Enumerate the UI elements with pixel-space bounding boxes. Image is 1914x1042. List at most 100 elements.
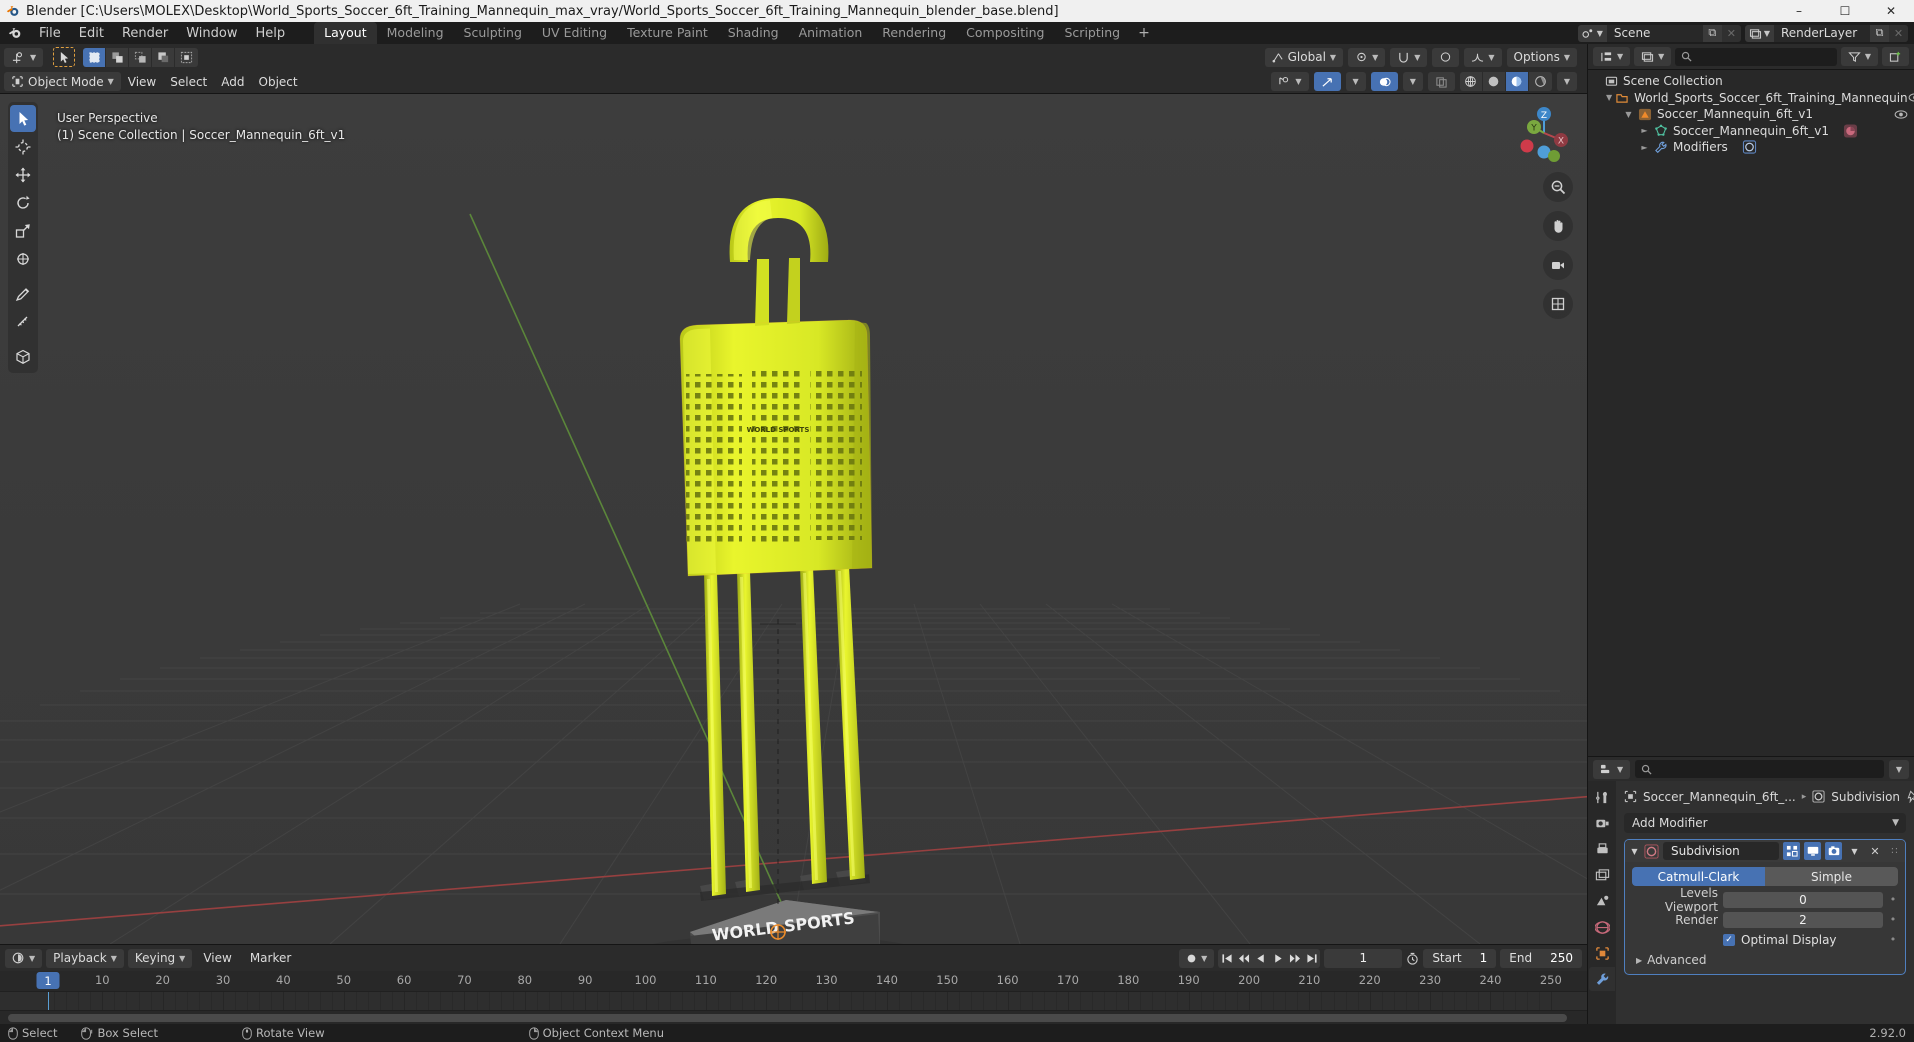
- blender-menu-icon[interactable]: [8, 26, 22, 40]
- wireframe-shading-icon[interactable]: [1459, 72, 1483, 91]
- modifier-panel-subdivision[interactable]: ▼ Subdivision ▼ ✕ ∷ Catmull-Clark Simple…: [1624, 839, 1906, 975]
- properties-body[interactable]: Soccer_Mannequin_6ft_... ▸ Subdivision A…: [1616, 781, 1914, 1024]
- viewlayer-name[interactable]: RenderLayer: [1774, 24, 1870, 42]
- expand-triangle[interactable]: ▼: [1606, 93, 1612, 102]
- unlink-scene-button[interactable]: ✕: [1721, 24, 1741, 42]
- outliner-search-input[interactable]: [1675, 47, 1837, 66]
- scale-tool-icon[interactable]: [10, 217, 36, 244]
- rendered-shading-icon[interactable]: [1528, 72, 1552, 91]
- frame-range-icon[interactable]: [1406, 952, 1419, 965]
- next-keyframe-icon[interactable]: [1286, 949, 1303, 968]
- view-axis-gizmo[interactable]: Z X Y: [1513, 102, 1575, 164]
- new-scene-button[interactable]: ⧉: [1702, 24, 1722, 42]
- hide-in-viewport-icon[interactable]: [1894, 109, 1908, 120]
- viewlayer-browse-icon[interactable]: ▼: [1744, 24, 1774, 42]
- catmull-clark-button[interactable]: Catmull-Clark: [1632, 867, 1765, 886]
- outliner-editor-type-icon[interactable]: ▼: [1593, 47, 1631, 66]
- cursor-tool-icon[interactable]: [10, 133, 36, 160]
- expand-triangle[interactable]: ►: [1638, 126, 1651, 135]
- properties-tab-strip[interactable]: [1588, 781, 1616, 1024]
- outliner-display-mode-selector[interactable]: ▼: [1634, 47, 1672, 66]
- tab-tool-icon[interactable]: [1589, 785, 1615, 809]
- tweak-select-tool-icon[interactable]: [10, 105, 36, 132]
- advanced-subpanel[interactable]: ▶ Advanced: [1632, 953, 1898, 967]
- outliner-row-object-soccer-mannequin[interactable]: ▼ Soccer_Mannequin_6ft_v1: [1588, 106, 1914, 123]
- delete-modifier-button[interactable]: ✕: [1867, 845, 1883, 858]
- play-reverse-icon[interactable]: [1252, 949, 1269, 968]
- outliner-row-mesh-data[interactable]: ► Soccer_Mannequin_6ft_v1: [1588, 123, 1914, 140]
- measure-tool-icon[interactable]: [10, 308, 36, 335]
- close-button[interactable]: ✕: [1868, 0, 1914, 22]
- end-frame-fields[interactable]: End 250: [1500, 948, 1582, 968]
- tab-object-icon[interactable]: [1589, 941, 1615, 965]
- move-tool-icon[interactable]: [10, 161, 36, 188]
- breadcrumb-object-name[interactable]: Soccer_Mannequin_6ft_...: [1643, 790, 1796, 804]
- menu-edit[interactable]: Edit: [70, 24, 113, 43]
- properties-options-dropdown[interactable]: ▼: [1888, 759, 1909, 779]
- gizmo-toggle[interactable]: [1313, 72, 1341, 91]
- tab-layout[interactable]: Layout: [314, 22, 377, 44]
- gizmo-options-dropdown[interactable]: ▼: [1345, 72, 1366, 91]
- outliner-row-modifiers[interactable]: ► Modifiers: [1588, 139, 1914, 156]
- tab-world-icon[interactable]: [1589, 915, 1615, 939]
- tab-shading[interactable]: Shading: [718, 22, 789, 44]
- tab-rendering[interactable]: Rendering: [872, 22, 956, 44]
- simple-button[interactable]: Simple: [1765, 867, 1898, 886]
- outliner-row-scene-collection[interactable]: Scene Collection: [1588, 73, 1914, 90]
- jump-to-start-icon[interactable]: [1218, 949, 1235, 968]
- outliner-filter-icon[interactable]: ▼: [1840, 47, 1878, 66]
- timeline-ruler[interactable]: 10 20 30 40 50 60 70 80 90 100 110 120 130 140 150 160 1…: [0, 971, 1587, 991]
- scene-selector[interactable]: ▼ Scene ⧉ ✕: [1577, 24, 1741, 42]
- camera-view-icon[interactable]: [1543, 250, 1573, 280]
- menu-file[interactable]: File: [30, 24, 70, 43]
- viewport-3d[interactable]: ▼ Global ▼ ▼ ▼ ▼ Options ▼ Object Mode ▼…: [0, 44, 1587, 944]
- outliner-tree[interactable]: Scene Collection ▼ World_Sports_Soccer_6…: [1588, 70, 1914, 156]
- select-invert-icon[interactable]: [152, 47, 176, 67]
- expand-triangle[interactable]: ►: [1638, 143, 1651, 152]
- transform-tool-icon[interactable]: [10, 245, 36, 272]
- visibility-selector[interactable]: ▼: [1271, 72, 1309, 91]
- playback-buttons[interactable]: [1218, 948, 1321, 968]
- pin-id-icon[interactable]: [1906, 790, 1914, 803]
- realtime-display-toggle[interactable]: [1804, 842, 1821, 860]
- outliner-editor[interactable]: ▼ ▼ ▼ Scene Collection ▼ World_Sports_So…: [1587, 44, 1914, 756]
- viewlayer-selector[interactable]: ▼ RenderLayer ⧉ ✕: [1744, 24, 1908, 42]
- scene-name[interactable]: Scene: [1606, 24, 1703, 42]
- viewport-menu-object[interactable]: Object: [252, 72, 305, 91]
- animate-property-dot[interactable]: •: [1888, 913, 1898, 926]
- modifier-extras-dropdown[interactable]: ▼: [1846, 842, 1863, 860]
- timeline-editor[interactable]: ▼ Playback ▼ Keying ▼ View Marker ▼ 1 St…: [0, 944, 1587, 1024]
- active-tool-icon[interactable]: ▼: [4, 47, 44, 67]
- end-frame-value[interactable]: 250: [1541, 949, 1582, 968]
- tab-animation[interactable]: Animation: [789, 22, 873, 44]
- tab-scene-icon[interactable]: [1589, 889, 1615, 913]
- tab-render-icon[interactable]: [1589, 811, 1615, 835]
- playhead-line[interactable]: [48, 992, 49, 1010]
- xray-toggle[interactable]: [1427, 72, 1455, 91]
- new-viewlayer-button[interactable]: ⧉: [1870, 24, 1889, 42]
- edit-mode-display-toggle[interactable]: [1783, 842, 1800, 860]
- expand-triangle[interactable]: ▶: [1636, 956, 1642, 965]
- properties-editor-type-icon[interactable]: ▼: [1593, 759, 1631, 779]
- timeline-track[interactable]: [0, 991, 1587, 1011]
- levels-viewport-field[interactable]: 0: [1723, 891, 1883, 908]
- overlays-toggle[interactable]: [1370, 72, 1398, 91]
- hide-in-viewport-icon[interactable]: [1908, 92, 1914, 103]
- scene-browse-icon[interactable]: ▼: [1577, 24, 1607, 42]
- tab-scripting[interactable]: Scripting: [1055, 22, 1131, 44]
- add-cube-tool-icon[interactable]: [10, 343, 36, 370]
- interaction-mode-selector[interactable]: Object Mode ▼: [4, 72, 121, 91]
- tab-texture-paint[interactable]: Texture Paint: [617, 22, 718, 44]
- keying-menu[interactable]: Keying ▼: [127, 948, 193, 968]
- animate-property-dot[interactable]: •: [1888, 893, 1898, 906]
- viewport-menu-add[interactable]: Add: [214, 72, 251, 91]
- snapping-toggle[interactable]: ▼: [1390, 47, 1428, 67]
- material-preview-shading-icon[interactable]: [1505, 72, 1529, 91]
- cursor-select-icon[interactable]: [53, 47, 76, 67]
- prev-keyframe-icon[interactable]: [1235, 949, 1252, 968]
- remove-viewlayer-button[interactable]: ✕: [1889, 24, 1908, 42]
- new-collection-icon[interactable]: [1882, 47, 1909, 66]
- transform-orientation-selector[interactable]: Global ▼: [1264, 47, 1344, 67]
- shading-options-dropdown[interactable]: ▼: [1556, 72, 1577, 91]
- timeline-menu-marker[interactable]: Marker: [243, 949, 298, 968]
